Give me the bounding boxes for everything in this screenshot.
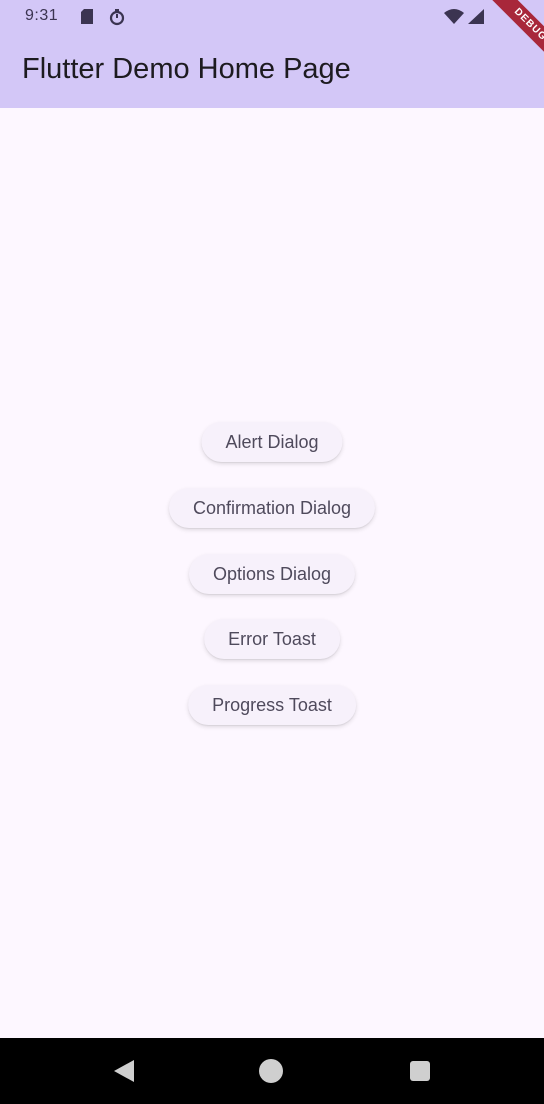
wifi-icon [444,9,464,24]
debug-banner: DEBUG [464,0,544,80]
status-bar: 9:31 [0,0,544,34]
debug-banner-label: DEBUG [481,0,544,74]
progress-toast-button[interactable]: Progress Toast [188,685,356,725]
app-bar: 9:31 Flutter Demo Home Page DEBUG [0,0,544,108]
options-dialog-button[interactable]: Options Dialog [188,554,356,594]
sd-card-icon [81,9,93,24]
status-time: 9:31 [25,7,59,24]
main-content: Alert Dialog Confirmation Dialog Options… [0,108,544,1038]
system-navigation-bar [0,1038,544,1104]
confirmation-dialog-button[interactable]: Confirmation Dialog [168,488,376,528]
recents-icon[interactable] [410,1061,430,1081]
error-toast-button[interactable]: Error Toast [204,619,340,659]
back-icon[interactable] [114,1060,134,1082]
home-icon[interactable] [259,1059,283,1083]
alert-dialog-button[interactable]: Alert Dialog [201,422,343,462]
app-bar-title: Flutter Demo Home Page [22,53,351,85]
sync-icon [109,9,125,26]
